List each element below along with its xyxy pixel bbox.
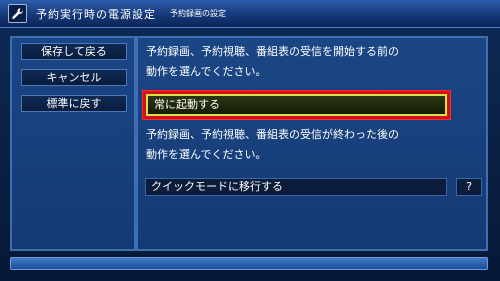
- title-bar: 予約実行時の電源設定 予約録画の設定: [0, 0, 500, 28]
- window-title: 予約実行時の電源設定: [36, 8, 156, 21]
- wrench-icon: [8, 4, 27, 23]
- sidebar-panel: 保存して戻る キャンセル 標準に戻す: [10, 36, 136, 251]
- footer-bar: [10, 257, 488, 270]
- window-subtitle: 予約録画の設定: [170, 9, 226, 18]
- after-description-line2: 動作を選んでください。: [146, 148, 267, 161]
- after-description-line1: 予約録画、予約視聴、番組表の受信が終わった後の: [146, 128, 399, 141]
- focus-highlight: 常に起動する: [142, 90, 451, 120]
- save-and-return-button[interactable]: 保存して戻る: [21, 43, 127, 60]
- restore-defaults-button[interactable]: 標準に戻す: [21, 95, 127, 112]
- before-description-line2: 動作を選んでください。: [146, 65, 267, 78]
- settings-panel: 予約録画、予約視聴、番組表の受信を開始する前の 動作を選んでください。 常に起動…: [136, 36, 488, 251]
- cancel-button[interactable]: キャンセル: [21, 69, 127, 86]
- help-button[interactable]: ?: [456, 178, 482, 196]
- after-action-select[interactable]: クイックモードに移行する: [145, 178, 447, 196]
- before-action-select[interactable]: 常に起動する: [146, 94, 447, 116]
- before-description-line1: 予約録画、予約視聴、番組表の受信を開始する前の: [146, 45, 399, 58]
